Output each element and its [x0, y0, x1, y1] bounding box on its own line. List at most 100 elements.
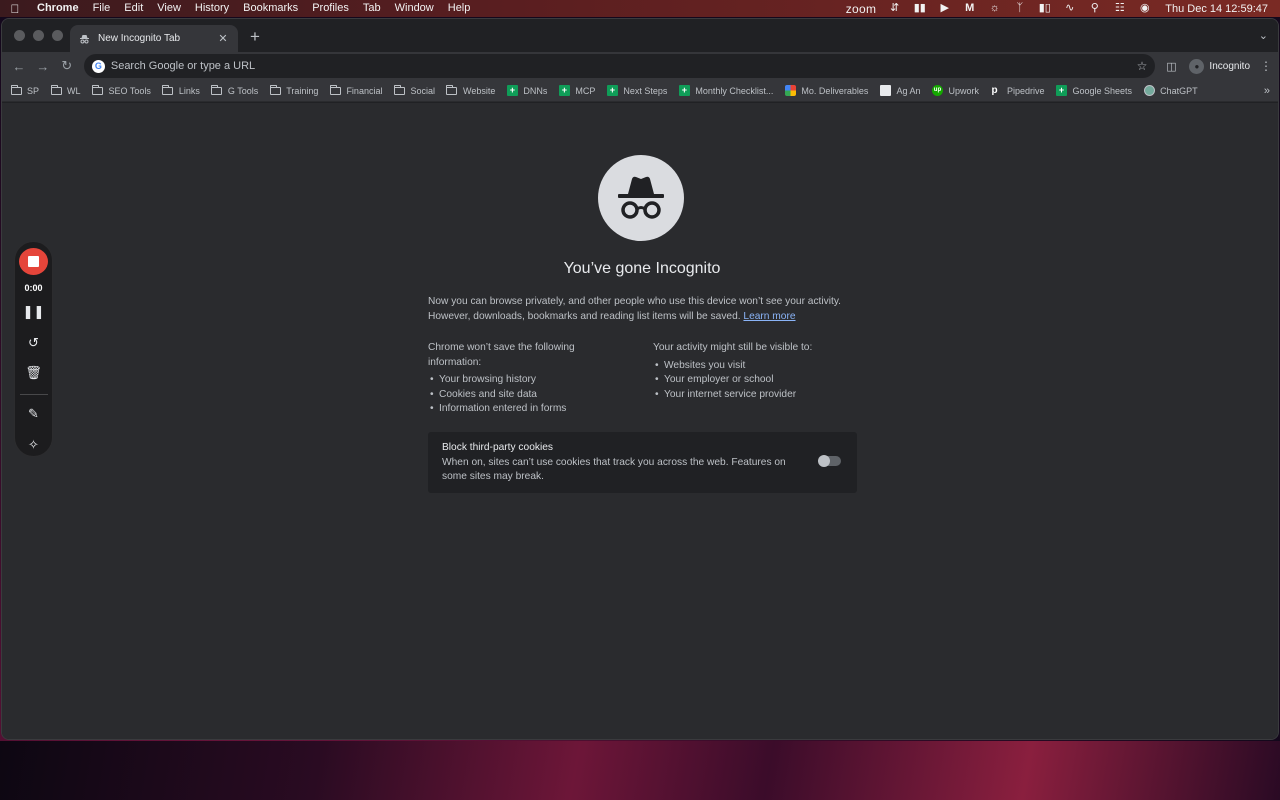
control-center-icon[interactable]: ☷	[1107, 0, 1132, 17]
bookmark-item[interactable]: SEO Tools	[92, 84, 151, 96]
siri-icon[interactable]: ◉	[1132, 0, 1157, 17]
bookmark-label: Mo. Deliverables	[801, 85, 869, 96]
folder-icon	[329, 84, 341, 96]
stop-recording-button[interactable]	[19, 248, 48, 276]
bookmark-star-icon[interactable]: ☆	[1137, 59, 1148, 73]
close-tab-icon[interactable]: ✕	[216, 32, 230, 45]
block-cookies-toggle[interactable]	[818, 455, 841, 467]
new-tab-button[interactable]: +	[246, 27, 264, 47]
incognito-avatar-icon: ●	[1189, 58, 1205, 74]
tab-search-chevron-icon[interactable]: ⌄	[1259, 29, 1268, 42]
bookmark-label: Financial	[346, 85, 383, 96]
gear-sun-icon[interactable]: ☼	[982, 0, 1007, 17]
menu-tab[interactable]: Tab	[356, 0, 388, 17]
menu-profiles[interactable]: Profiles	[305, 0, 356, 17]
bookmark-item[interactable]: Ag An	[879, 85, 921, 96]
bookmark-item[interactable]: G Tools	[211, 84, 258, 96]
bookmarks-bar: SP WL SEO Tools Links G Tools Training F…	[2, 80, 1278, 102]
recorder-divider	[19, 394, 48, 396]
zoom-status-item[interactable]: zoom	[840, 2, 883, 16]
apple-icon[interactable]: 	[0, 2, 30, 16]
trash-icon[interactable]: 🗑	[22, 362, 46, 384]
wont-save-heading: Chrome won’t save the following informat…	[428, 342, 575, 368]
play-circle-icon[interactable]: ▶	[932, 0, 957, 17]
bookmark-item[interactable]: ChatGPT	[1143, 85, 1198, 96]
bookmark-item[interactable]: + MCP	[558, 85, 595, 96]
menu-help[interactable]: Help	[441, 0, 478, 17]
bookmark-label: Monthly Checklist...	[695, 85, 774, 96]
list-item: Websites you visit	[653, 359, 863, 374]
bookmarks-overflow-icon[interactable]: »	[1264, 85, 1270, 97]
menu-view[interactable]: View	[150, 0, 188, 17]
google-g-icon: G	[91, 59, 105, 73]
ag-icon	[879, 85, 891, 96]
wont-save-column: Chrome won’t save the following informat…	[428, 341, 608, 417]
audio-waveform-icon[interactable]: ▮▮	[907, 0, 932, 17]
bookmark-item[interactable]: SP	[10, 84, 40, 96]
list-item: Your employer or school	[653, 373, 863, 388]
bookmark-item[interactable]: + Monthly Checklist...	[678, 85, 774, 96]
bookmark-label: Ag An	[896, 85, 921, 96]
bookmark-item[interactable]: Mo. Deliverables	[784, 85, 869, 96]
bookmark-item[interactable]: Social	[393, 84, 435, 96]
menu-app-name[interactable]: Chrome	[30, 0, 86, 17]
bookmark-label: SEO Tools	[108, 85, 151, 96]
chrome-window: New Incognito Tab ✕ + ⌄ ← → ↻ G ☆ ◫ ● In…	[1, 18, 1279, 740]
omnibox[interactable]: G ☆	[83, 54, 1156, 78]
cookie-card-description: When on, sites can’t use cookies that tr…	[442, 456, 786, 483]
bookmark-item[interactable]: Training	[269, 84, 318, 96]
bookmark-item[interactable]: up Upwork	[931, 85, 979, 96]
side-panel-icon[interactable]: ◫	[1163, 58, 1179, 74]
incognito-profile-chip[interactable]: ● Incognito	[1185, 58, 1254, 74]
menu-edit[interactable]: Edit	[117, 0, 150, 17]
tab-title: New Incognito Tab	[98, 33, 181, 44]
incognito-hero-icon	[598, 155, 684, 241]
wifi-icon[interactable]: ∿	[1057, 0, 1082, 17]
menu-window[interactable]: Window	[388, 0, 441, 17]
bookmark-label: Google Sheets	[1072, 85, 1133, 96]
folder-icon	[393, 84, 405, 96]
zoom-window-button[interactable]	[52, 30, 63, 41]
still-visible-heading: Your activity might still be visible to:	[653, 342, 813, 353]
menu-file[interactable]: File	[86, 0, 118, 17]
spotlight-search-icon[interactable]: ⚲	[1082, 0, 1107, 17]
omnibox-input[interactable]	[110, 60, 1137, 72]
bookmark-item[interactable]: Financial	[329, 84, 383, 96]
pause-icon[interactable]: ❚❚	[22, 301, 46, 323]
more-menu-icon[interactable]: ⋮	[1260, 59, 1272, 73]
chatgpt-icon	[1143, 85, 1155, 96]
third-party-cookies-card: Block third-party cookies When on, sites…	[428, 432, 857, 493]
menubar-clock[interactable]: Thu Dec 14 12:59:47	[1157, 3, 1268, 15]
bookmark-item[interactable]: Website	[446, 84, 495, 96]
bookmark-item[interactable]: WL	[50, 84, 81, 96]
restart-icon[interactable]: ↺	[22, 331, 46, 353]
stop-square-icon	[28, 256, 39, 268]
reload-icon[interactable]: ↻	[56, 55, 78, 77]
back-arrow-icon[interactable]: ←	[8, 55, 30, 77]
menu-bookmarks[interactable]: Bookmarks	[236, 0, 305, 17]
menu-history[interactable]: History	[188, 0, 236, 17]
close-window-button[interactable]	[14, 30, 25, 41]
tab-new-incognito[interactable]: New Incognito Tab ✕	[70, 25, 238, 52]
bookmark-item[interactable]: Links	[162, 84, 200, 96]
forward-arrow-icon[interactable]: →	[32, 55, 54, 77]
minimize-window-button[interactable]	[33, 30, 44, 41]
list-item: Your browsing history	[428, 373, 608, 388]
sparkle-effects-icon[interactable]: ✧	[22, 434, 46, 456]
pencil-icon[interactable]: ✎	[22, 403, 46, 425]
incognito-headline: You’ve gone Incognito	[563, 260, 721, 277]
macos-menubar:  Chrome File Edit View History Bookmark…	[0, 0, 1280, 17]
learn-more-link[interactable]: Learn more	[743, 311, 795, 322]
intro-line-1: Now you can browse privately, and other …	[428, 296, 841, 307]
bookmark-item[interactable]: + Google Sheets	[1056, 85, 1133, 96]
bookmark-label: SP	[27, 85, 40, 96]
bookmark-item[interactable]: + DNNs	[506, 85, 547, 96]
browser-toolbar: ← → ↻ G ☆ ◫ ● Incognito ⋮	[2, 52, 1278, 80]
m-logo-icon[interactable]: M	[957, 0, 982, 17]
bookmark-item[interactable]: p Pipedrive	[990, 85, 1044, 96]
battery-icon[interactable]: ▮▯	[1032, 0, 1057, 17]
bookmark-label: Upwork	[948, 85, 979, 96]
bookmark-item[interactable]: + Next Steps	[606, 85, 667, 96]
bluetooth-icon[interactable]: ᛉ	[1007, 0, 1032, 17]
updown-arrows-icon[interactable]: ⇵	[882, 0, 907, 17]
